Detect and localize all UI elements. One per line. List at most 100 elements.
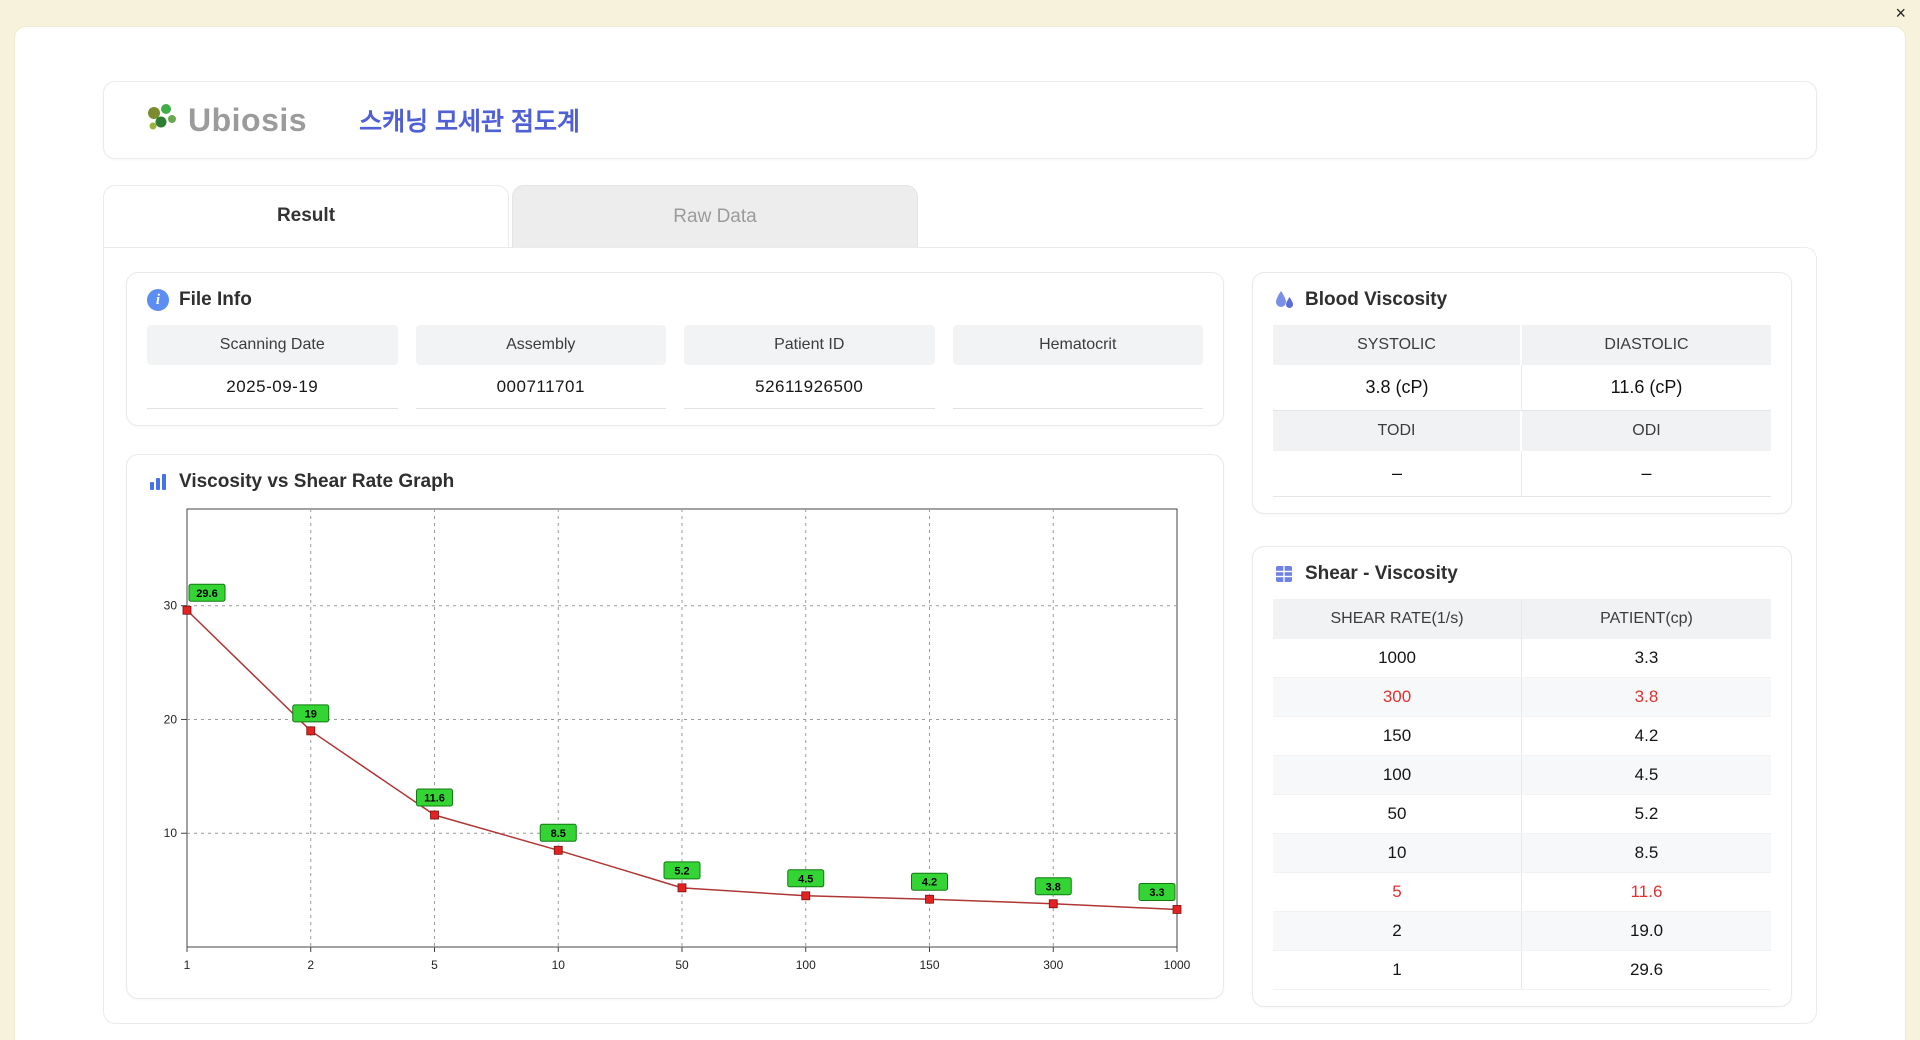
field-hematocrit: Hematocrit bbox=[952, 325, 1203, 409]
patient-cell: 19.0 bbox=[1629, 921, 1664, 940]
patient-cell: 4.2 bbox=[1634, 726, 1659, 745]
shear-viscosity-heading: Shear - Viscosity bbox=[1305, 563, 1458, 584]
systolic-label: SYSTOLIC bbox=[1273, 325, 1522, 365]
blood-viscosity-table: SYSTOLIC DIASTOLIC 3.8 (cP) 11.6 (cP) TO… bbox=[1273, 325, 1771, 497]
svg-text:10: 10 bbox=[552, 958, 566, 972]
table-row: 300 3.8 bbox=[1273, 678, 1771, 717]
shear-cell: 50 bbox=[1273, 795, 1522, 833]
field-label: Assembly bbox=[415, 325, 666, 365]
patient-cell: 11.6 bbox=[1630, 882, 1663, 901]
shear-cell: 1000 bbox=[1273, 639, 1522, 677]
svg-text:300: 300 bbox=[1043, 958, 1063, 972]
col-shear-rate: SHEAR RATE(1/s) bbox=[1273, 599, 1522, 639]
tab-raw-data-label: Raw Data bbox=[673, 205, 757, 227]
svg-text:150: 150 bbox=[919, 958, 939, 972]
table-row: 1000 3.3 bbox=[1273, 639, 1771, 678]
patient-cell: 3.8 bbox=[1634, 687, 1659, 706]
table-row: 50 5.2 bbox=[1273, 795, 1771, 834]
svg-text:3.8: 3.8 bbox=[1046, 881, 1061, 893]
svg-text:8.5: 8.5 bbox=[551, 828, 566, 840]
shear-cell: 150 bbox=[1273, 717, 1522, 755]
info-icon: i bbox=[147, 289, 169, 311]
table-row: 150 4.2 bbox=[1273, 717, 1771, 756]
svg-text:30: 30 bbox=[164, 599, 178, 613]
file-info-heading: File Info bbox=[179, 289, 252, 310]
field-value: 2025-09-19 bbox=[147, 365, 398, 409]
col-patient: PATIENT(cp) bbox=[1522, 599, 1771, 639]
svg-text:4.5: 4.5 bbox=[798, 873, 813, 885]
bar-chart-icon bbox=[150, 474, 166, 490]
field-label: Scanning Date bbox=[147, 325, 398, 365]
svg-text:3.3: 3.3 bbox=[1149, 887, 1164, 899]
tab-bar: Result Raw Data bbox=[103, 185, 1817, 247]
svg-text:5: 5 bbox=[431, 958, 438, 972]
field-label: Patient ID bbox=[684, 325, 935, 365]
svg-text:1000: 1000 bbox=[1164, 958, 1191, 972]
result-panel: i File Info Scanning Date 2025-09-19 Ass… bbox=[103, 247, 1817, 1024]
shear-viscosity-table: SHEAR RATE(1/s) PATIENT(cp) 1000 3.3 300… bbox=[1273, 599, 1771, 990]
table-row: 10 8.5 bbox=[1273, 834, 1771, 873]
file-info-card: i File Info Scanning Date 2025-09-19 Ass… bbox=[126, 272, 1224, 426]
blood-viscosity-heading: Blood Viscosity bbox=[1305, 289, 1448, 310]
header: Ubiosis 스캐닝 모세관 점도계 bbox=[103, 81, 1817, 159]
svg-text:11.6: 11.6 bbox=[424, 793, 445, 805]
logo-text: Ubiosis bbox=[188, 101, 308, 138]
svg-text:2: 2 bbox=[307, 958, 314, 972]
patient-cell: 3.3 bbox=[1634, 648, 1659, 667]
graph-heading: Viscosity vs Shear Rate Graph bbox=[179, 471, 455, 492]
table-grid-icon bbox=[1276, 566, 1292, 582]
patient-cell: 8.5 bbox=[1634, 843, 1659, 862]
patient-cell: 29.6 bbox=[1629, 960, 1664, 979]
patient-cell: 4.5 bbox=[1634, 765, 1659, 784]
ubiosis-logo-icon bbox=[148, 104, 176, 130]
tab-result-label: Result bbox=[276, 205, 336, 226]
svg-text:100: 100 bbox=[796, 958, 816, 972]
table-header-row: SHEAR RATE(1/s) PATIENT(cp) bbox=[1273, 599, 1771, 639]
table-row: 100 4.5 bbox=[1273, 756, 1771, 795]
svg-text:10: 10 bbox=[164, 826, 178, 840]
viscosity-shear-chart: 10 20 30 1 2 5 10 50 100 150 300 1000 29.6 19 11.6 8.5 5… bbox=[164, 508, 1191, 972]
field-label: Hematocrit bbox=[952, 325, 1203, 365]
diastolic-value: 11.6 (cP) bbox=[1522, 365, 1771, 411]
diastolic-label: DIASTOLIC bbox=[1522, 325, 1771, 365]
field-scanning-date: Scanning Date 2025-09-19 bbox=[147, 325, 398, 409]
field-value: 52611926500 bbox=[684, 365, 935, 409]
svg-text:50: 50 bbox=[675, 958, 689, 972]
shear-cell: 5 bbox=[1273, 873, 1522, 911]
systolic-value: 3.8 (cP) bbox=[1273, 365, 1522, 411]
svg-text:4.2: 4.2 bbox=[922, 877, 937, 889]
field-assembly: Assembly 000711701 bbox=[415, 325, 666, 409]
shear-viscosity-card: Shear - Viscosity SHEAR RATE(1/s) PATIEN… bbox=[1252, 546, 1792, 1007]
svg-text:19: 19 bbox=[305, 708, 317, 720]
tab-result[interactable]: Result bbox=[103, 185, 509, 247]
shear-cell: 2 bbox=[1273, 912, 1522, 950]
svg-text:5.2: 5.2 bbox=[674, 865, 689, 877]
field-patient-id: Patient ID 52611926500 bbox=[684, 325, 935, 409]
field-value: 000711701 bbox=[415, 365, 666, 409]
table-row: 2 19.0 bbox=[1273, 912, 1771, 951]
patient-cell: 5.2 bbox=[1634, 804, 1659, 823]
svg-text:1: 1 bbox=[184, 958, 191, 972]
logo: Ubiosis bbox=[144, 99, 307, 141]
viscosity-graph-card: Viscosity vs Shear Rate Graph 10 20 30 1 2 5 1… bbox=[126, 454, 1224, 999]
blood-viscosity-card: Blood Viscosity SYSTOLIC DIASTOLIC 3.8 (… bbox=[1252, 272, 1792, 514]
odi-label: ODI bbox=[1522, 411, 1771, 451]
shear-cell: 10 bbox=[1273, 834, 1522, 872]
blood-droplet-icon bbox=[1276, 291, 1293, 308]
table-row: 1 29.6 bbox=[1273, 951, 1771, 990]
svg-text:20: 20 bbox=[164, 712, 178, 726]
close-icon[interactable]: × bbox=[1895, 2, 1906, 24]
shear-cell: 1 bbox=[1273, 951, 1522, 989]
todi-label: TODI bbox=[1273, 411, 1522, 451]
app-window: Ubiosis 스캐닝 모세관 점도계 Result Raw Data i Fi… bbox=[14, 26, 1906, 1040]
todi-value: – bbox=[1273, 451, 1522, 497]
svg-text:29.6: 29.6 bbox=[196, 588, 217, 600]
table-body: 1000 3.3 300 3.8 150 4.2 100 4.5 50 5.2 … bbox=[1273, 639, 1771, 990]
tab-raw-data[interactable]: Raw Data bbox=[512, 185, 918, 247]
table-row: 5 11.6 bbox=[1273, 873, 1771, 912]
odi-value: – bbox=[1522, 451, 1771, 497]
shear-cell: 300 bbox=[1273, 678, 1522, 716]
shear-cell: 100 bbox=[1273, 756, 1522, 794]
page-title: 스캐닝 모세관 점도계 bbox=[359, 108, 580, 136]
field-value bbox=[952, 365, 1203, 409]
